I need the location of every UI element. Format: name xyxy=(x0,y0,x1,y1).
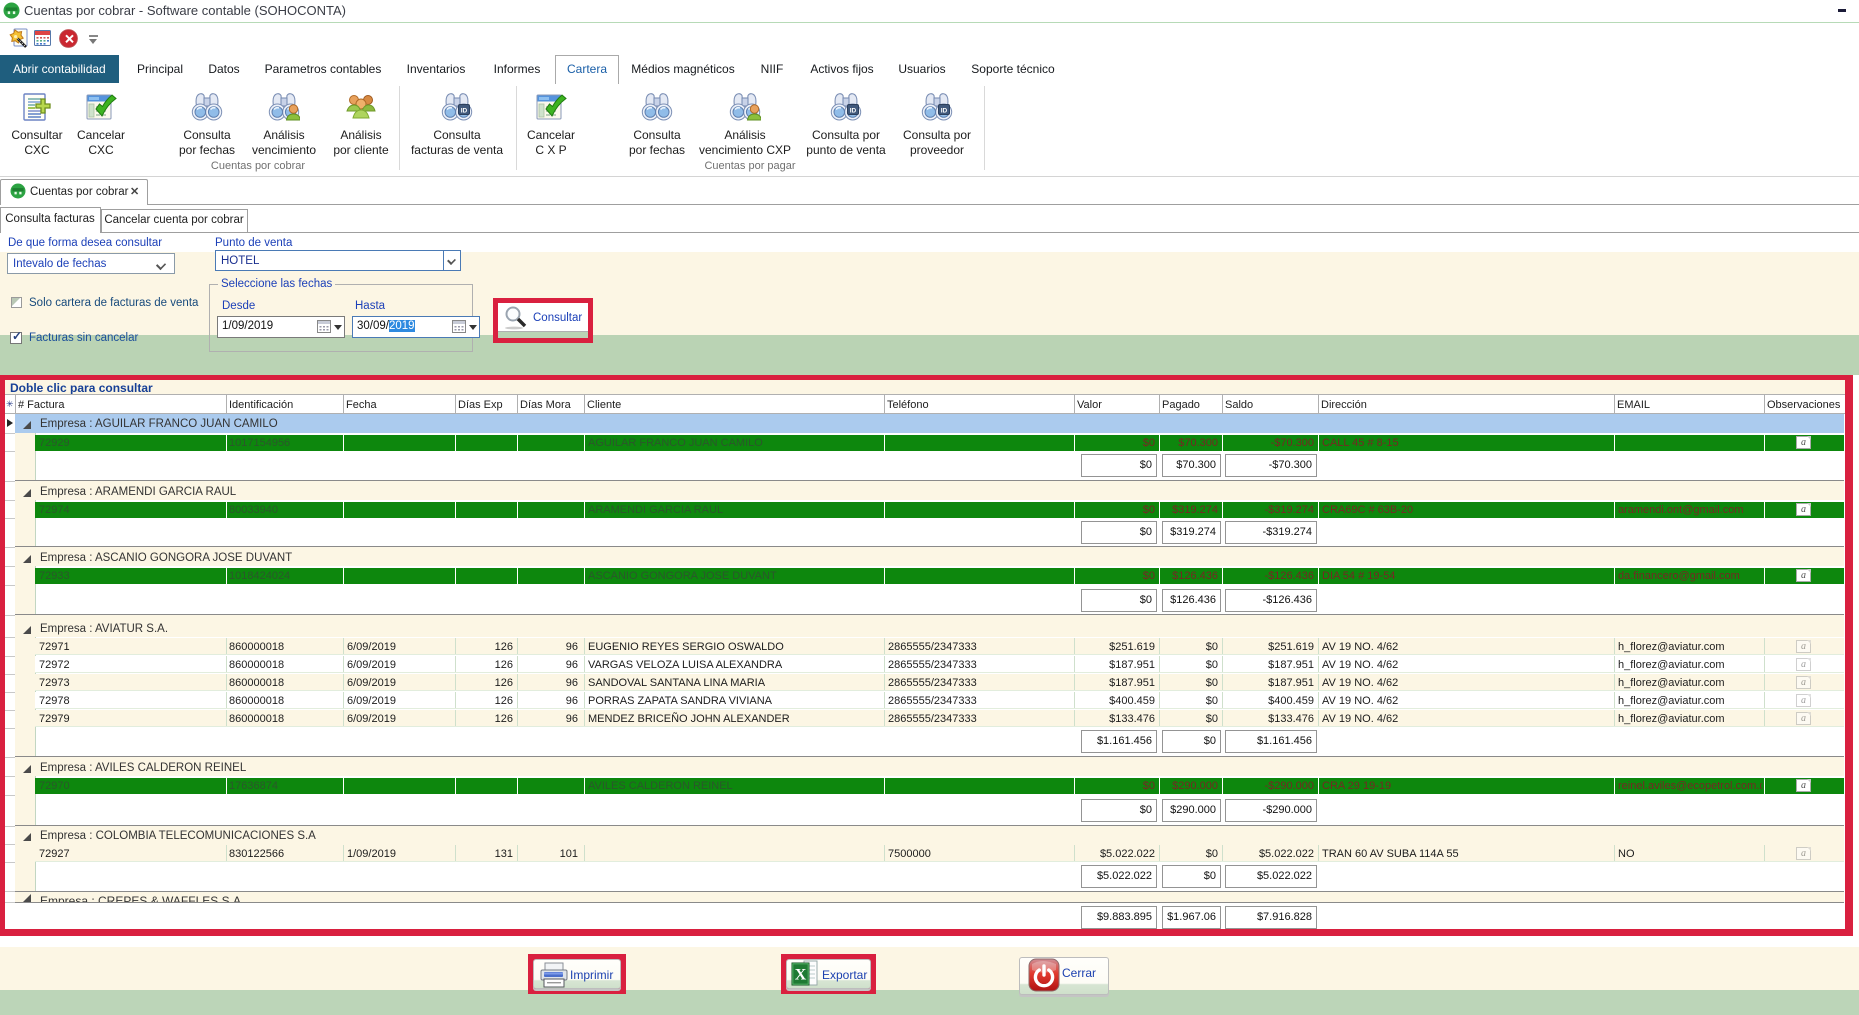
svg-text:ID: ID xyxy=(941,108,948,115)
svg-text:ID: ID xyxy=(850,108,857,115)
svg-text:X: X xyxy=(795,967,807,984)
svg-text:ID: ID xyxy=(461,108,468,115)
